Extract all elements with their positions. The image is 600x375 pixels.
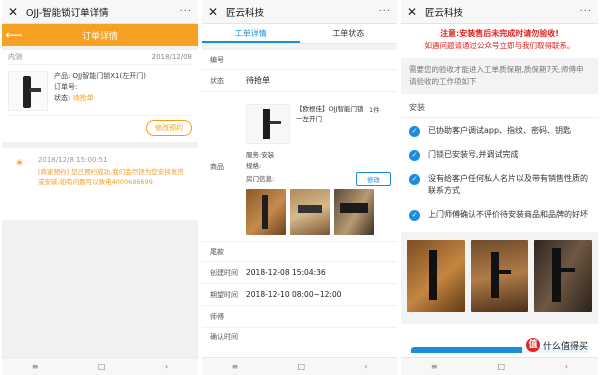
- acceptance-phone: ✕ 匠云科技 ··· 注意:安装售后未完成时请勿验收! 如遇问题请通过公众号立即…: [401, 0, 598, 375]
- warning-title: 注意:安装售后未完成时请勿验收!: [440, 29, 559, 38]
- watermark: 值 什么值得买: [521, 337, 592, 353]
- tab-work-order-status[interactable]: 工单状态: [300, 24, 398, 43]
- status-value: 待抢单: [246, 76, 270, 85]
- field-balance: 尾款: [202, 242, 397, 262]
- page-header: ⟵ 订单详情: [2, 24, 198, 46]
- check-circle-icon: ✓: [409, 150, 420, 161]
- warning-notice: 注意:安装售后未完成时请勿验收! 如遇问题请通过公众号立即与我们取得联系。: [401, 24, 598, 58]
- page-title: 订单详情: [81, 31, 118, 42]
- check-circle-icon: ✓: [409, 126, 420, 137]
- close-icon[interactable]: ✕: [208, 5, 222, 19]
- service-line: 服务:安装: [246, 151, 275, 159]
- warning-text: 如遇问题请通过公众号立即与我们取得联系。: [424, 41, 575, 50]
- field-expected: 期望时间 2018-12-10 08:00~12:00: [202, 284, 397, 306]
- order-channel: 内测: [8, 53, 22, 61]
- check-item[interactable]: ✓ 没有给客户任何私人名片以及带有销售性质的联系方式: [401, 166, 598, 202]
- tab-bar: 工单详情 工单状态: [202, 24, 397, 44]
- timeline-text: [商家预约] 您已预约成功,我们会尽快为您安排发货或安装,如有问题可以致电400…: [38, 168, 184, 186]
- timeline: 2018/12/8 15:00:51 [商家预约] 您已预约成功,我们会尽快为您…: [2, 148, 198, 220]
- more-icon[interactable]: ···: [579, 6, 592, 17]
- created-time: 2018-12-08 15:04:36: [246, 268, 326, 277]
- close-icon[interactable]: ✕: [8, 5, 22, 19]
- order-card: 内测 2018/12/08 产品: OJJ智能门锁X1(左开门) 订单号: 状态…: [2, 50, 198, 142]
- order-detail-phone: ✕ OJJ-智能锁订单详情 ··· ⟵ 订单详情 内测 2018/12/08 产…: [2, 0, 198, 375]
- home-icon[interactable]: □: [98, 362, 106, 371]
- order-meta: 内测 2018/12/08: [8, 50, 192, 64]
- window-bar: ✕ 匠云科技 ···: [401, 0, 598, 24]
- modify-appointment-button[interactable]: 修改预约: [146, 120, 192, 136]
- section-title: 安装: [401, 94, 598, 118]
- product-row: 产品: OJJ智能门锁X1(左开门) 订单号: 状态: 待抢单: [8, 64, 192, 115]
- check-circle-icon: ✓: [409, 210, 420, 221]
- field-status: 状态 待抢单: [202, 70, 397, 92]
- system-nav: ≡ □ ‹: [2, 357, 198, 375]
- install-photo[interactable]: [470, 240, 529, 312]
- acceptance-intro: 需要您的验收才能进入工单质保期,质保期7天,师傅申请验收的工作项如下: [401, 58, 598, 94]
- field-number: 编号: [202, 50, 397, 70]
- order-date: 2018/12/08: [151, 53, 192, 61]
- field-created: 创建时间 2018-12-08 15:04:36: [202, 262, 397, 284]
- door-photo[interactable]: [246, 189, 286, 235]
- watermark-text: 什么值得买: [542, 341, 588, 352]
- window-title: 匠云科技: [425, 7, 464, 19]
- goods-title: 【欧根佳】OJJ智能门锁一左开门: [296, 105, 364, 123]
- goods-qty: 1件: [369, 106, 380, 114]
- field-goods: 商品 【欧根佳】OJJ智能门锁一左开门 1件 服务:安装 规格: 房门信息: 修…: [202, 92, 397, 242]
- door-info-row: 房门信息: 修改: [246, 172, 391, 186]
- goods-block: 【欧根佳】OJJ智能门锁一左开门 1件 服务:安装 规格: 房门信息: 修改: [246, 98, 397, 235]
- door-photos: [246, 189, 391, 235]
- expected-time: 2018-12-10 08:00~12:00: [246, 290, 342, 299]
- door-photo[interactable]: [334, 189, 374, 235]
- install-photo[interactable]: [407, 240, 465, 312]
- product-image: [8, 71, 48, 111]
- window-title: OJJ-智能锁订单详情: [26, 7, 109, 19]
- action-row: 修改预约: [8, 115, 192, 142]
- close-icon[interactable]: ✕: [407, 5, 421, 19]
- system-nav: ≡ □ ‹: [202, 357, 397, 375]
- system-nav: ≡ □ ‹: [401, 357, 598, 375]
- goods-image: [246, 104, 290, 144]
- back-icon[interactable]: ‹: [364, 362, 367, 371]
- status-line: 状态: 待抢单: [54, 94, 94, 102]
- more-icon[interactable]: ···: [378, 6, 391, 17]
- timeline-time: 2018/12/8 15:00:51: [38, 156, 108, 164]
- back-icon[interactable]: ‹: [165, 362, 168, 371]
- window-bar: ✕ OJJ-智能锁订单详情 ···: [2, 0, 198, 24]
- door-photo[interactable]: [290, 189, 330, 235]
- order-no-label: 订单号:: [54, 83, 78, 91]
- menu-icon[interactable]: ≡: [32, 362, 39, 371]
- work-order-phone: ✕ 匠云科技 ··· 工单详情 工单状态 编号 状态 待抢单 商品 【欧根佳】O…: [202, 0, 397, 375]
- watermark-logo-icon: 值: [525, 338, 540, 352]
- spec-line: 规格:: [246, 162, 262, 170]
- install-photo[interactable]: [534, 240, 593, 312]
- door-info-label: 房门信息:: [246, 174, 275, 183]
- install-photos: [401, 232, 598, 324]
- check-item[interactable]: ✓ 已协助客户调试app、指纹、密码、钥匙: [401, 118, 598, 142]
- back-icon[interactable]: ‹: [565, 362, 568, 371]
- home-icon[interactable]: □: [497, 362, 505, 371]
- check-item[interactable]: ✓ 上门师傅确认不评价待安装商品和品牌的好坏: [401, 202, 598, 226]
- field-worker: 师傅: [202, 306, 397, 328]
- window-bar: ✕ 匠云科技 ···: [202, 0, 397, 24]
- edit-button[interactable]: 修改: [356, 172, 391, 186]
- status-value: 待抢单: [72, 94, 94, 102]
- field-confirm-time: 确认时间: [210, 333, 238, 341]
- home-icon[interactable]: □: [297, 362, 305, 371]
- menu-icon[interactable]: ≡: [431, 362, 438, 371]
- timeline-dot: [16, 159, 23, 166]
- menu-icon[interactable]: ≡: [232, 362, 239, 371]
- more-icon[interactable]: ···: [179, 6, 192, 17]
- check-circle-icon: ✓: [409, 174, 420, 185]
- back-arrow-icon[interactable]: ⟵: [2, 28, 26, 42]
- window-title: 匠云科技: [226, 7, 265, 19]
- goods-row: 【欧根佳】OJJ智能门锁一左开门 1件: [246, 98, 391, 150]
- tab-work-order-detail[interactable]: 工单详情: [202, 24, 300, 43]
- product-info: 产品: OJJ智能门锁X1(左开门) 订单号: 状态: 待抢单: [54, 71, 146, 111]
- screenshot-collage: ✕ OJJ-智能锁订单详情 ··· ⟵ 订单详情 内测 2018/12/08 产…: [0, 0, 600, 375]
- check-item[interactable]: ✓ 门锁已安装号,并调试完成: [401, 142, 598, 166]
- product-name: 产品: OJJ智能门锁X1(左开门): [54, 72, 146, 80]
